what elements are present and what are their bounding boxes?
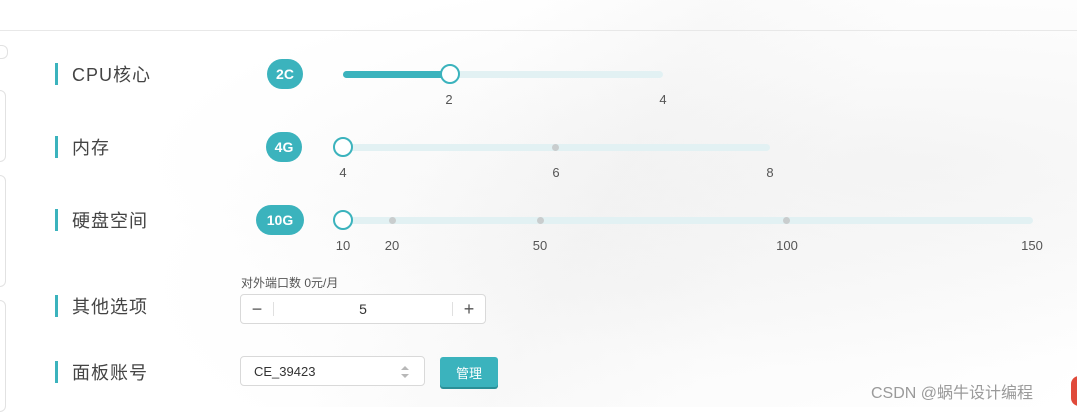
floating-action-edge[interactable] (1071, 376, 1077, 406)
decrement-button[interactable]: − (241, 295, 273, 323)
memory-stop-dot (552, 144, 559, 151)
disk-stop-dot-20 (389, 217, 396, 224)
increment-button[interactable]: + (453, 295, 485, 323)
side-tab-2[interactable] (0, 90, 6, 162)
disk-stop-dot-50 (537, 217, 544, 224)
memory-tick-4: 4 (339, 165, 347, 180)
ports-stepper: − 5 + (240, 294, 486, 324)
accent-bar (55, 209, 58, 231)
watermark: CSDN @蜗牛设计编程 (871, 385, 1034, 402)
side-tab-4[interactable] (0, 300, 6, 412)
cpu-tick-4: 4 (659, 92, 667, 107)
disk-tick-50: 50 (532, 238, 548, 253)
panel-label: 面板账号 (72, 363, 148, 383)
cpu-slider-handle[interactable] (440, 64, 460, 84)
side-tab-1[interactable] (0, 45, 8, 59)
accent-bar (55, 295, 58, 317)
accent-bar (55, 361, 58, 383)
other-label: 其他选项 (72, 297, 148, 317)
memory-label: 内存 (72, 138, 110, 158)
memory-row-label: 内存 (55, 135, 110, 159)
background-artwork (0, 0, 1077, 407)
disk-tick-20: 20 (384, 238, 400, 253)
disk-label: 硬盘空间 (72, 211, 148, 231)
disk-tick-10: 10 (335, 238, 351, 253)
memory-value-badge: 4G (266, 132, 302, 162)
disk-stop-dot-100 (783, 217, 790, 224)
ports-label: 对外端口数 0元/月 (241, 276, 339, 290)
account-select[interactable]: CE_39423 (240, 356, 425, 386)
memory-slider-handle[interactable] (333, 137, 353, 157)
other-row-label: 其他选项 (55, 294, 148, 318)
disk-value-badge: 10G (256, 205, 304, 235)
memory-tick-8: 8 (766, 165, 774, 180)
accent-bar (55, 63, 58, 85)
disk-slider-handle[interactable] (333, 210, 353, 230)
memory-tick-6: 6 (552, 165, 560, 180)
disk-tick-150: 150 (1021, 238, 1043, 253)
select-updown-icon (401, 366, 409, 378)
cpu-row-label: CPU核心 (55, 62, 151, 86)
accent-bar (55, 136, 58, 158)
disk-tick-100: 100 (776, 238, 798, 253)
cpu-slider-fill (343, 71, 449, 78)
ports-value[interactable]: 5 (274, 301, 452, 317)
cpu-tick-2: 2 (445, 92, 453, 107)
header-divider (0, 30, 1077, 31)
account-select-value: CE_39423 (254, 363, 316, 379)
cpu-label: CPU核心 (72, 65, 152, 85)
disk-row-label: 硬盘空间 (55, 208, 148, 232)
panel-row-label: 面板账号 (55, 360, 148, 384)
manage-button[interactable]: 管理 (440, 357, 498, 387)
disk-slider-track[interactable] (343, 217, 1033, 224)
side-tab-3[interactable] (0, 175, 6, 287)
cpu-value-badge: 2C (267, 59, 303, 89)
